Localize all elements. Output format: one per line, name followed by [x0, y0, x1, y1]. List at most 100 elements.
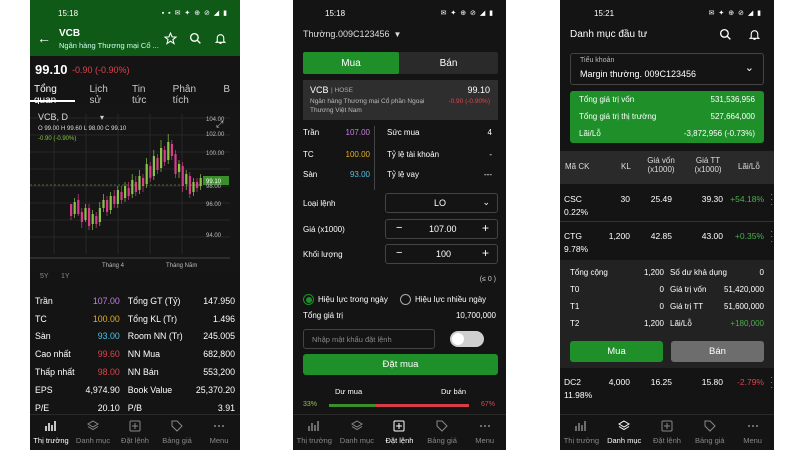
nav-price-board[interactable]: Bảng giá — [156, 415, 198, 450]
y-tick-label: 94.00 — [206, 233, 222, 239]
candlestick-chart[interactable]: 104.00 102.00 100.00 99.10 98.00 96.00 94.00 Th… — [30, 104, 240, 280]
detail-value: 51,420,000 — [723, 285, 764, 294]
y-tick-label: 100.00 — [206, 151, 225, 157]
nav-order[interactable]: Đặt lệnh — [378, 415, 421, 450]
nav-label: Danh mục — [607, 436, 642, 445]
nav-order[interactable]: Đặt lệnh — [646, 415, 689, 450]
tab-more[interactable]: B — [219, 84, 230, 104]
detail-label: Lãi/Lỗ — [670, 319, 692, 328]
toggle-switch[interactable] — [450, 331, 484, 347]
price-stepper[interactable]: − 107.00 + — [385, 219, 498, 239]
bell-icon[interactable] — [214, 32, 227, 45]
stat-label: EPS — [35, 384, 53, 395]
holding-row[interactable]: CSC 0.22% 30 25.49 39.30 +54.18% · · · — [560, 186, 774, 222]
nav-market[interactable]: Thị trường — [560, 415, 603, 450]
tab-bar: Tổng quan Lịch sử Tin tức Phân tích B — [30, 84, 240, 106]
nav-portfolio[interactable]: Danh mục — [603, 415, 646, 450]
validity-option-day[interactable]: Hiệu lực trong ngày — [303, 294, 388, 305]
candle-body — [134, 182, 137, 192]
candle-body — [174, 154, 177, 174]
nav-portfolio[interactable]: Danh mục — [72, 415, 114, 450]
stat-label: Tổng KL (Tr) — [127, 313, 178, 324]
buy-button[interactable]: Mua — [570, 341, 663, 362]
chevron-down-icon[interactable]: ▾ — [100, 113, 104, 122]
detail-label: Giá trị vốn — [670, 285, 707, 294]
chevron-down-icon: ⌄ — [744, 62, 754, 74]
more-vertical-icon[interactable]: · · · — [770, 191, 773, 209]
candle-body — [95, 216, 98, 224]
quantity-minus-button[interactable]: − — [396, 247, 402, 259]
password-field[interactable]: Nhập mật khẩu đặt lệnh — [303, 329, 435, 349]
search-icon[interactable] — [719, 28, 732, 41]
candle-body — [145, 164, 148, 184]
sell-tab[interactable]: Bán — [399, 58, 498, 69]
stat-value: 98.00 — [97, 367, 120, 378]
holding-market-price: 15.80 — [701, 377, 723, 387]
nav-menu[interactable]: Menu — [463, 415, 506, 450]
stat-label: Tổng GT (Tỷ) — [127, 295, 181, 306]
stock-change: -0.90 (-0.90%) — [448, 98, 490, 105]
period-1y[interactable]: 1Y — [61, 273, 70, 280]
fullscreen-icon[interactable]: ⤢ — [216, 119, 223, 130]
order-type-select[interactable]: LO ⌄ — [385, 193, 498, 213]
quantity-input[interactable]: 100 — [436, 249, 451, 259]
price-input[interactable]: 107.00 — [429, 224, 457, 234]
nav-menu[interactable]: Menu — [198, 415, 240, 450]
more-vertical-icon[interactable]: · · · — [770, 374, 773, 392]
nav-market[interactable]: Thị trường — [30, 415, 72, 450]
quantity-stepper[interactable]: − 100 + — [385, 244, 498, 264]
holding-row[interactable]: CTG 9.78% 1,200 42.85 43.00 +0.35% · · · — [560, 223, 774, 259]
layers-icon — [350, 420, 363, 431]
holding-symbol: DC2 — [564, 377, 582, 387]
holding-row[interactable]: DC2 11.98% 4,000 16.25 15.80 -2.79% · · · — [560, 369, 774, 405]
sub-account-select[interactable]: Tiểu khoản Margin thường. 009C123456 ⌄ — [570, 53, 764, 85]
buy-ratio-fill — [329, 404, 376, 407]
nav-order[interactable]: Đặt lệnh — [114, 415, 156, 450]
holding-weight: 0.22% — [564, 207, 589, 217]
tab-analysis[interactable]: Phân tích — [169, 84, 210, 106]
account-number: Thường.009C123456 — [303, 29, 390, 39]
validity-option-multi[interactable]: Hiệu lực nhiều ngày — [400, 294, 486, 305]
tab-history[interactable]: Lịch sử — [85, 84, 117, 106]
nav-label: Bảng giá — [694, 436, 725, 445]
account-selector[interactable]: Thường.009C123456 ▼ — [303, 29, 401, 39]
nav-label: Bảng giá — [162, 436, 192, 445]
nav-market[interactable]: Thị trường — [293, 415, 336, 450]
nav-price-board[interactable]: Bảng giá — [688, 415, 731, 450]
nav-label: Thị trường — [563, 436, 600, 445]
stock-info-card[interactable]: VCB | HOSE 99.10 Ngân hàng Thương mại Cổ… — [303, 80, 498, 120]
buy-tab[interactable]: Mua — [303, 52, 399, 74]
detail-value: 0 — [659, 302, 664, 311]
stat-value: 4,974.90 — [85, 384, 120, 395]
bell-icon[interactable] — [748, 28, 761, 41]
nav-portfolio[interactable]: Danh mục — [336, 415, 379, 450]
detail-value: +180,000 — [730, 319, 764, 328]
nav-price-board[interactable]: Bảng giá — [421, 415, 464, 450]
summary-label: Lãi/Lỗ — [579, 129, 601, 138]
star-icon[interactable] — [164, 32, 177, 45]
stat-label: Trần — [35, 295, 53, 306]
tab-overview[interactable]: Tổng quan — [30, 84, 76, 106]
place-buy-order-button[interactable]: Đặt mua — [303, 354, 498, 375]
holding-quantity: 30 — [620, 194, 630, 204]
radio-empty-icon — [400, 294, 411, 305]
stock-detail-screen: 15:18 ▪ ▪ ✉ ✦ ⊕ ⊘ ◢ ▮ ← VCB Ngân hàng Th… — [30, 0, 240, 450]
tab-news[interactable]: Tin tức — [128, 84, 159, 106]
quantity-plus-button[interactable]: + — [482, 246, 489, 260]
sell-percent: 67% — [481, 401, 496, 408]
back-arrow-icon[interactable]: ← — [37, 30, 51, 46]
candle-body — [131, 180, 134, 194]
nav-label: Menu — [743, 436, 762, 445]
sell-button[interactable]: Bán — [671, 341, 764, 362]
buying-power-label: Sức mua — [387, 128, 420, 137]
price-plus-button[interactable]: + — [482, 221, 489, 235]
status-bar: 15:18 ✉ ✦ ⊕ ⊘ ◢ ▮ — [293, 0, 506, 26]
price-minus-button[interactable]: − — [396, 222, 402, 234]
search-icon[interactable] — [189, 32, 202, 45]
stat-label: Cao nhất — [35, 349, 71, 360]
tag-icon — [171, 420, 183, 432]
nav-menu[interactable]: Menu — [731, 415, 774, 450]
sell-balance-label: Dư bán — [441, 387, 467, 396]
period-5y[interactable]: 5Y — [40, 273, 49, 280]
more-vertical-icon[interactable]: · · · — [770, 228, 773, 246]
